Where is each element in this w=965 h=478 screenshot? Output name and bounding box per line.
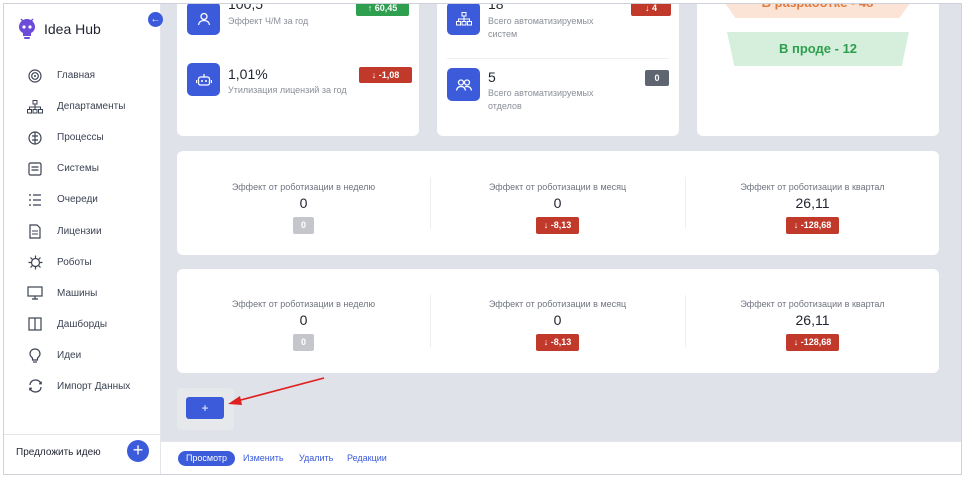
page-action-bar: Просмотр Изменить Удалить Редакции [161, 441, 961, 474]
app-window: Idea Hub ← Главная Департаменты Процессы… [3, 3, 962, 475]
tab-view[interactable]: Просмотр [178, 451, 235, 466]
annotation-arrow [228, 377, 325, 405]
tab-delete[interactable]: Удалить [299, 453, 333, 463]
tab-edit[interactable]: Изменить [243, 453, 284, 463]
tab-revisions[interactable]: Редакции [347, 453, 387, 463]
